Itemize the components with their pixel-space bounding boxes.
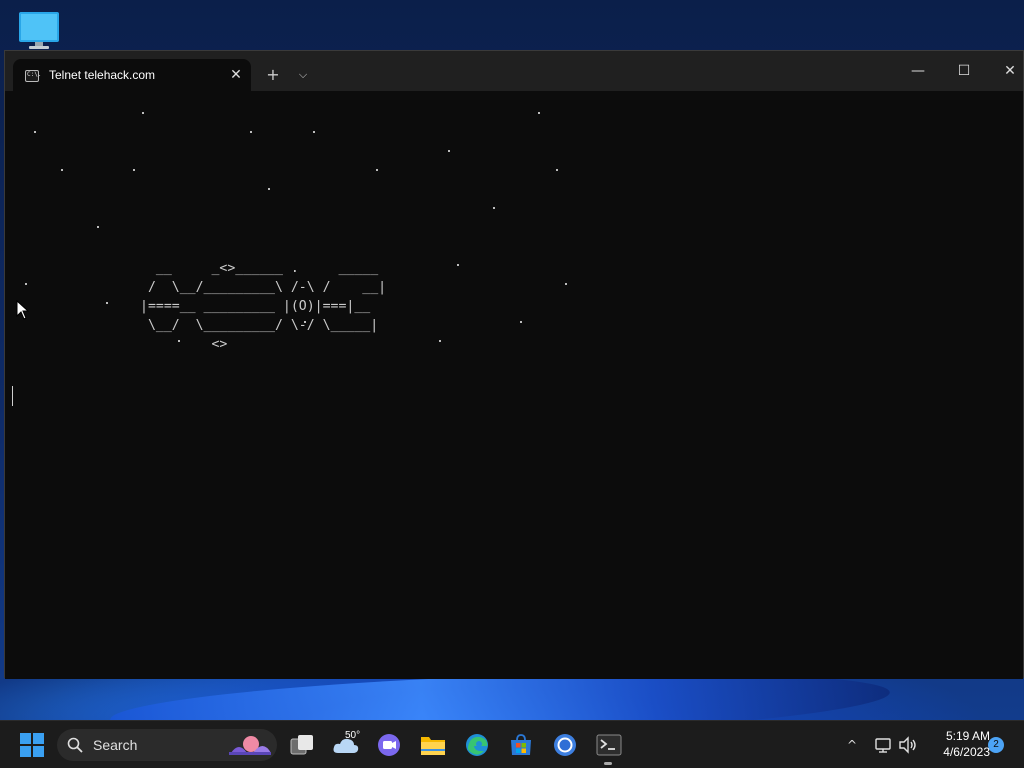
star: [376, 169, 378, 171]
star: [133, 169, 135, 171]
star: [61, 169, 63, 171]
star: [25, 283, 27, 285]
star: [448, 150, 450, 152]
star: [250, 131, 252, 133]
chrome-icon: [554, 734, 576, 756]
taskbar: Search 50° ^ 5:19 AM 4/6/2023 2: [0, 720, 1024, 768]
network-icon[interactable]: [874, 735, 894, 755]
star: [493, 207, 495, 209]
close-window-button[interactable]: ✕: [987, 57, 1024, 85]
terminal-icon: [596, 734, 622, 756]
star: [520, 321, 522, 323]
star: [106, 302, 108, 304]
star: [178, 340, 180, 342]
chat-icon: [378, 734, 400, 756]
edge-button[interactable]: [461, 729, 493, 761]
windows-start-icon: [20, 733, 44, 757]
clock-time: 5:19 AM: [945, 729, 990, 743]
maximize-button[interactable]: ☐: [941, 57, 987, 85]
close-tab-icon[interactable]: ✕: [226, 65, 246, 85]
terminal-taskbar-button[interactable]: [593, 729, 625, 761]
active-app-indicator: [604, 762, 612, 765]
system-clock[interactable]: 5:19 AM 4/6/2023: [924, 728, 990, 760]
clock-date: 4/6/2023: [943, 745, 990, 759]
star: [304, 321, 306, 323]
desktop-icon-this-pc[interactable]: [17, 11, 61, 51]
chat-button[interactable]: [373, 729, 405, 761]
title-bar[interactable]: C:\. Telnet telehack.com ✕ + ⌵ — ☐ ✕: [5, 51, 1023, 91]
terminal-icon: C:\.: [25, 70, 41, 82]
task-view-icon: [290, 735, 313, 755]
chevron-down-icon[interactable]: ⌵: [293, 65, 313, 85]
ascii-art-spaceship: __ _<>______ . _____ / \__/_________\ /-…: [140, 261, 387, 352]
tab-title: Telnet telehack.com: [49, 68, 156, 82]
minimize-button[interactable]: —: [895, 57, 941, 85]
text-cursor: [12, 386, 13, 406]
mouse-pointer-icon: [16, 300, 30, 320]
search-placeholder: Search: [93, 737, 138, 753]
taskbar-search[interactable]: Search: [57, 729, 277, 761]
star: [34, 131, 36, 133]
star: [313, 131, 315, 133]
monitor-icon: [19, 12, 59, 49]
folder-icon: [421, 737, 445, 755]
notification-badge[interactable]: 2: [988, 737, 1004, 753]
star: [268, 188, 270, 190]
volume-icon[interactable]: [898, 735, 918, 755]
star: [538, 112, 540, 114]
task-view-button[interactable]: [286, 729, 318, 761]
file-explorer-button[interactable]: [417, 729, 449, 761]
star: [439, 340, 441, 342]
store-button[interactable]: [505, 729, 537, 761]
terminal-output[interactable]: __ _<>______ . _____ / \__/_________\ /-…: [5, 91, 1023, 679]
star: [556, 169, 558, 171]
start-button[interactable]: [16, 729, 48, 761]
chrome-button[interactable]: [549, 729, 581, 761]
weather-temperature: 50°: [345, 730, 361, 741]
star: [142, 112, 144, 114]
search-highlight-icon: [229, 736, 271, 755]
star: [97, 226, 99, 228]
tab-telnet[interactable]: C:\. Telnet telehack.com ✕: [13, 59, 251, 91]
star: [565, 283, 567, 285]
terminal-window: C:\. Telnet telehack.com ✕ + ⌵ — ☐ ✕ __ …: [4, 50, 1024, 679]
search-icon: [67, 737, 83, 753]
store-icon: [511, 734, 531, 755]
star: [457, 264, 459, 266]
chevron-up-icon[interactable]: ^: [842, 735, 862, 755]
new-tab-button[interactable]: +: [263, 65, 283, 85]
edge-icon: [466, 734, 488, 756]
